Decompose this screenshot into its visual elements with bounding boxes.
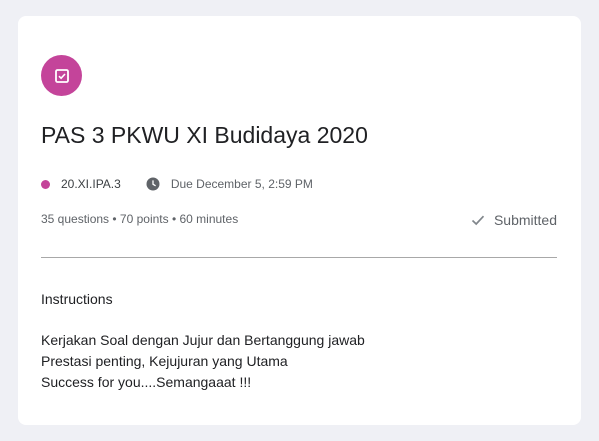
clock-icon (146, 177, 160, 191)
assignment-card: PAS 3 PKWU XI Budidaya 2020 20.XI.IPA.3 … (18, 16, 581, 425)
instructions-heading: Instructions (41, 291, 113, 307)
instruction-line: Prestasi penting, Kejujuran yang Utama (41, 353, 288, 369)
assignment-title: PAS 3 PKWU XI Budidaya 2020 (41, 122, 368, 148)
instruction-line: Kerjakan Soal dengan Jujur dan Bertanggu… (41, 332, 365, 348)
status-text: Submitted (493, 212, 557, 228)
class-dot-icon (41, 179, 50, 189)
due-date: Due December 5, 2:59 PM (170, 177, 313, 191)
submission-status: Submitted (471, 212, 557, 228)
instructions-body: Kerjakan Soal dengan Jujur dan Bertanggu… (41, 330, 365, 393)
check-icon (471, 215, 485, 226)
assignment-stats: 35 questions • 70 points • 60 minutes (41, 212, 239, 226)
divider (41, 257, 557, 258)
class-name[interactable]: 20.XI.IPA.3 (61, 177, 121, 191)
assignment-icon (41, 55, 82, 96)
instruction-line: Success for you....Semangaaat !!! (41, 374, 252, 390)
assignment-meta: 20.XI.IPA.3 Due December 5, 2:59 PM (41, 176, 313, 192)
